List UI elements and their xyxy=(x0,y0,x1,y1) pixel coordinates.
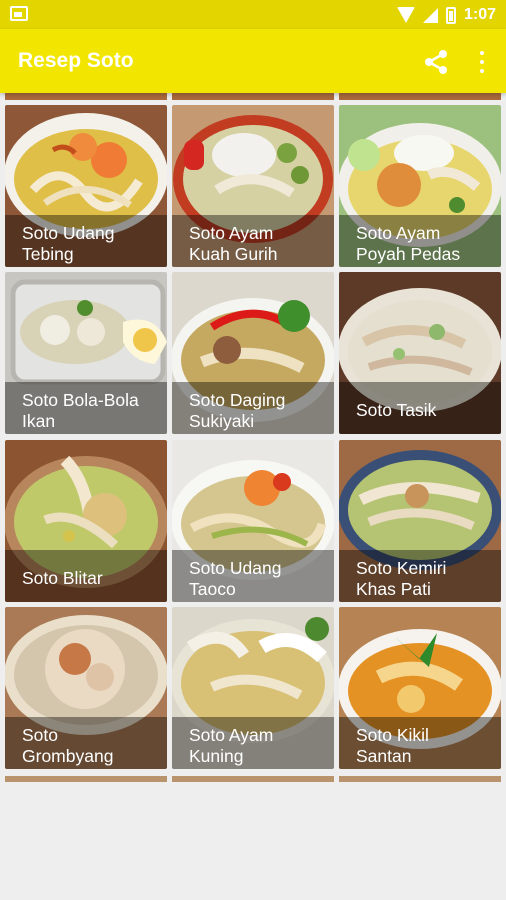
recipe-tile[interactable]: Soto Grombyang xyxy=(5,607,167,769)
recipe-tile[interactable]: Soto Ayam Kuah Gurih xyxy=(172,105,334,267)
share-button[interactable] xyxy=(421,47,451,77)
recipe-tile[interactable]: Soto Tasik xyxy=(339,272,501,434)
recipe-tile[interactable]: Soto Kemiri Khas Pati xyxy=(339,440,501,602)
recipe-name: Soto Kemiri Khas Pati xyxy=(339,550,501,602)
recipe-name: Soto Daging Sukiyaki xyxy=(172,382,334,434)
partial-tile xyxy=(5,93,167,100)
partial-tile xyxy=(339,93,501,100)
recipe-name: Soto Udang Tebing xyxy=(5,215,167,267)
partial-tile xyxy=(339,776,501,782)
recipe-tile[interactable]: Soto Bola-Bola Ikan xyxy=(5,272,167,434)
share-icon xyxy=(425,50,447,74)
wifi-icon xyxy=(396,7,415,23)
signal-icon xyxy=(422,7,438,23)
recipe-tile[interactable]: Soto Udang Tebing xyxy=(5,105,167,267)
status-icons: 1:07 xyxy=(396,4,496,26)
app-toolbar: Resep Soto xyxy=(0,29,506,93)
recipe-name: Soto Kikil Santan xyxy=(339,717,501,769)
partial-tile xyxy=(172,93,334,100)
app-title: Resep Soto xyxy=(18,49,134,72)
recipe-tile[interactable]: Soto Daging Sukiyaki xyxy=(172,272,334,434)
recipe-name: Soto Grombyang xyxy=(5,717,167,769)
recipe-tile[interactable]: Soto Udang Taoco xyxy=(172,440,334,602)
recipe-tile[interactable]: Soto Blitar xyxy=(5,440,167,602)
recipe-tile[interactable]: Soto Ayam Kuning xyxy=(172,607,334,769)
recipe-name: Soto Ayam Kuning xyxy=(172,717,334,769)
recipe-name: Soto Ayam Poyah Pedas xyxy=(339,215,501,267)
partial-tile xyxy=(5,776,167,782)
overflow-menu-button[interactable] xyxy=(472,47,492,77)
recipe-name: Soto Blitar xyxy=(5,550,167,602)
recipe-name: Soto Tasik xyxy=(339,382,501,434)
status-time: 1:07 xyxy=(463,6,496,23)
battery-icon xyxy=(445,6,456,24)
recipe-tile[interactable]: Soto Kikil Santan xyxy=(339,607,501,769)
recipe-name: Soto Ayam Kuah Gurih xyxy=(172,215,334,267)
status-bar: 1:07 xyxy=(0,0,506,29)
recipe-grid[interactable]: Soto Udang Tebing Soto Ayam Kuah Gurih S… xyxy=(0,93,506,782)
more-vert-icon xyxy=(480,51,484,73)
partial-tile xyxy=(172,776,334,782)
recipe-name: Soto Bola-Bola Ikan xyxy=(5,382,167,434)
image-notification-icon xyxy=(10,6,28,21)
recipe-tile[interactable]: Soto Ayam Poyah Pedas xyxy=(339,105,501,267)
recipe-name: Soto Udang Taoco xyxy=(172,550,334,602)
